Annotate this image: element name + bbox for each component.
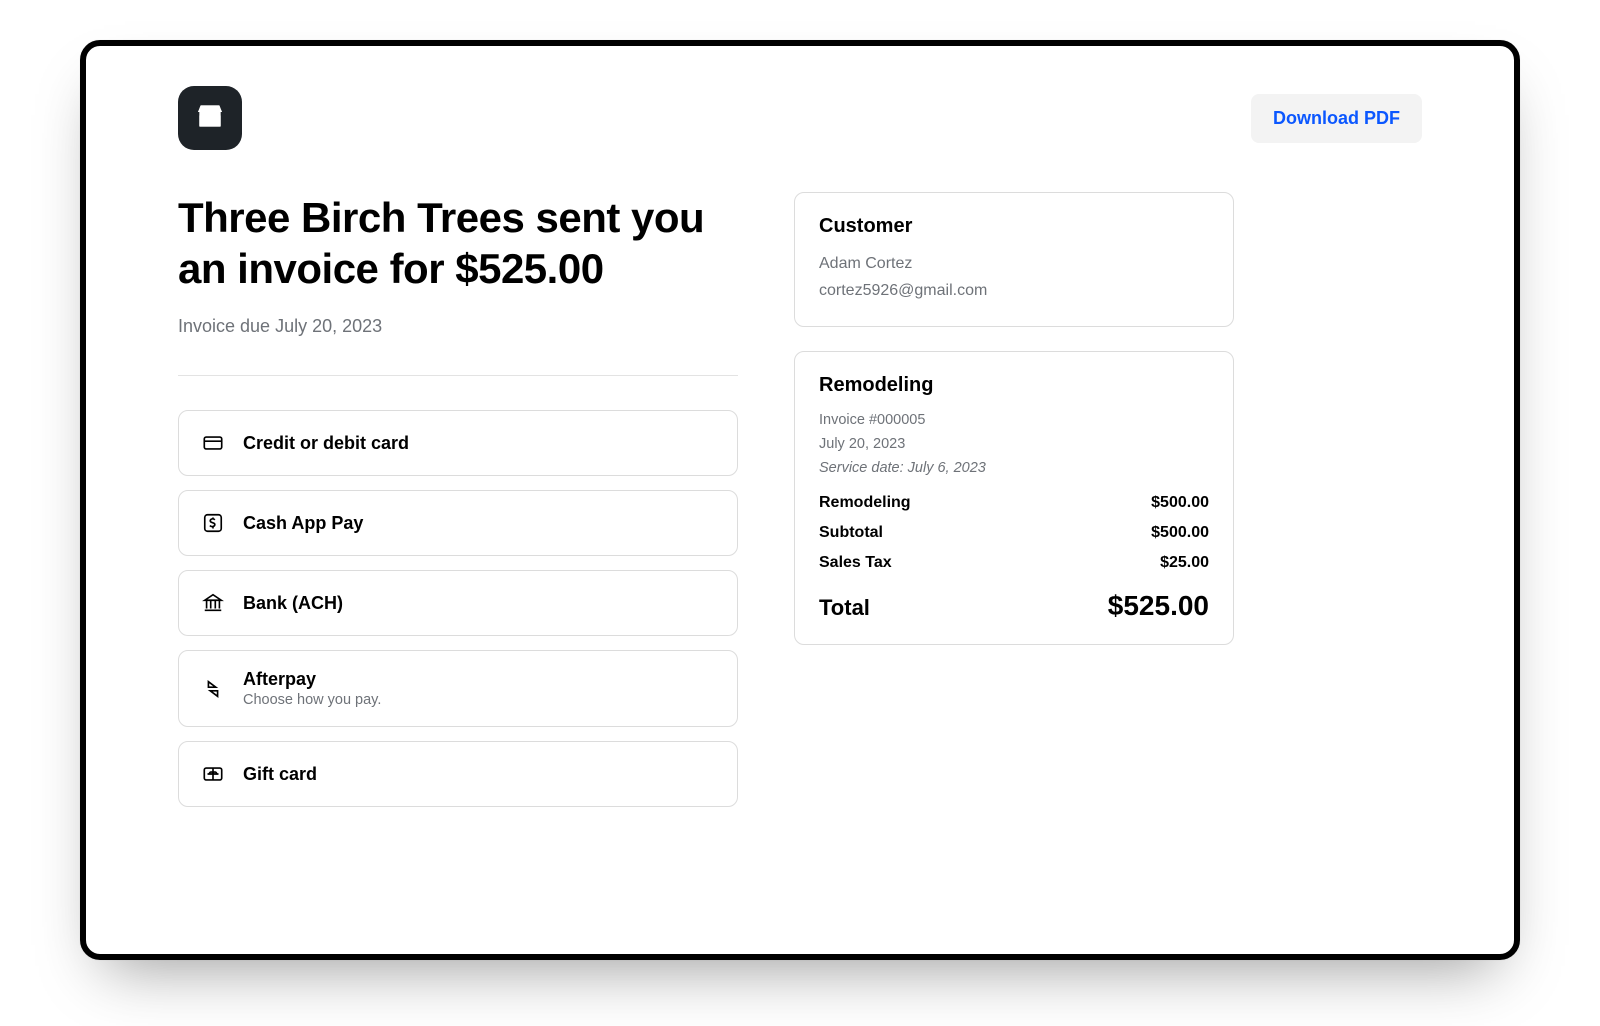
- afterpay-icon: [201, 677, 225, 701]
- total-row: Total $525.00: [819, 590, 1209, 622]
- payment-option-giftcard[interactable]: Gift card: [178, 741, 738, 807]
- customer-panel: Customer Adam Cortez cortez5926@gmail.co…: [794, 192, 1234, 327]
- line-item-value: $500.00: [1151, 494, 1209, 512]
- header: Download PDF: [178, 86, 1422, 150]
- divider: [178, 375, 738, 376]
- service-date: Service date: July 6, 2023: [819, 460, 1209, 476]
- line-item-label: Remodeling: [819, 494, 911, 512]
- subtotal-label: Subtotal: [819, 524, 883, 542]
- payment-option-label: Credit or debit card: [243, 433, 409, 454]
- invoice-date: July 20, 2023: [819, 433, 1209, 456]
- tax-value: $25.00: [1160, 554, 1209, 572]
- invoice-number: Invoice #000005: [819, 409, 1209, 432]
- total-value: $525.00: [1108, 590, 1209, 622]
- customer-email: cortez5926@gmail.com: [819, 277, 1209, 304]
- cashapp-icon: [201, 511, 225, 535]
- invoice-due: Invoice due July 20, 2023: [178, 316, 738, 337]
- tax-row: Sales Tax $25.00: [819, 554, 1209, 572]
- payment-option-bank[interactable]: Bank (ACH): [178, 570, 738, 636]
- payment-option-cashapp[interactable]: Cash App Pay: [178, 490, 738, 556]
- payment-option-label: Gift card: [243, 764, 317, 785]
- payment-option-label: Bank (ACH): [243, 593, 343, 614]
- subtotal-value: $500.00: [1151, 524, 1209, 542]
- download-pdf-button[interactable]: Download PDF: [1251, 94, 1422, 143]
- customer-heading: Customer: [819, 215, 1209, 238]
- summary-heading: Remodeling: [819, 374, 1209, 397]
- total-label: Total: [819, 595, 870, 621]
- payment-option-label: Cash App Pay: [243, 513, 363, 534]
- bank-icon: [201, 591, 225, 615]
- invoice-page: Download PDF Three Birch Trees sent you …: [80, 40, 1520, 960]
- payment-column: Three Birch Trees sent you an invoice fo…: [178, 192, 738, 821]
- content-columns: Three Birch Trees sent you an invoice fo…: [178, 192, 1422, 821]
- payment-option-label: Afterpay: [243, 669, 381, 690]
- credit-card-icon: [201, 431, 225, 455]
- customer-name: Adam Cortez: [819, 250, 1209, 277]
- storefront-icon: [194, 100, 226, 137]
- tax-label: Sales Tax: [819, 554, 892, 572]
- merchant-logo: [178, 86, 242, 150]
- payment-option-card[interactable]: Credit or debit card: [178, 410, 738, 476]
- gift-card-icon: [201, 762, 225, 786]
- invoice-title: Three Birch Trees sent you an invoice fo…: [178, 192, 738, 294]
- invoice-summary-panel: Remodeling Invoice #000005 July 20, 2023…: [794, 351, 1234, 644]
- subtotal-row: Subtotal $500.00: [819, 524, 1209, 542]
- payment-option-afterpay[interactable]: Afterpay Choose how you pay.: [178, 650, 738, 727]
- payment-option-sublabel: Choose how you pay.: [243, 692, 381, 708]
- line-item-row: Remodeling $500.00: [819, 494, 1209, 512]
- summary-column: Customer Adam Cortez cortez5926@gmail.co…: [794, 192, 1234, 669]
